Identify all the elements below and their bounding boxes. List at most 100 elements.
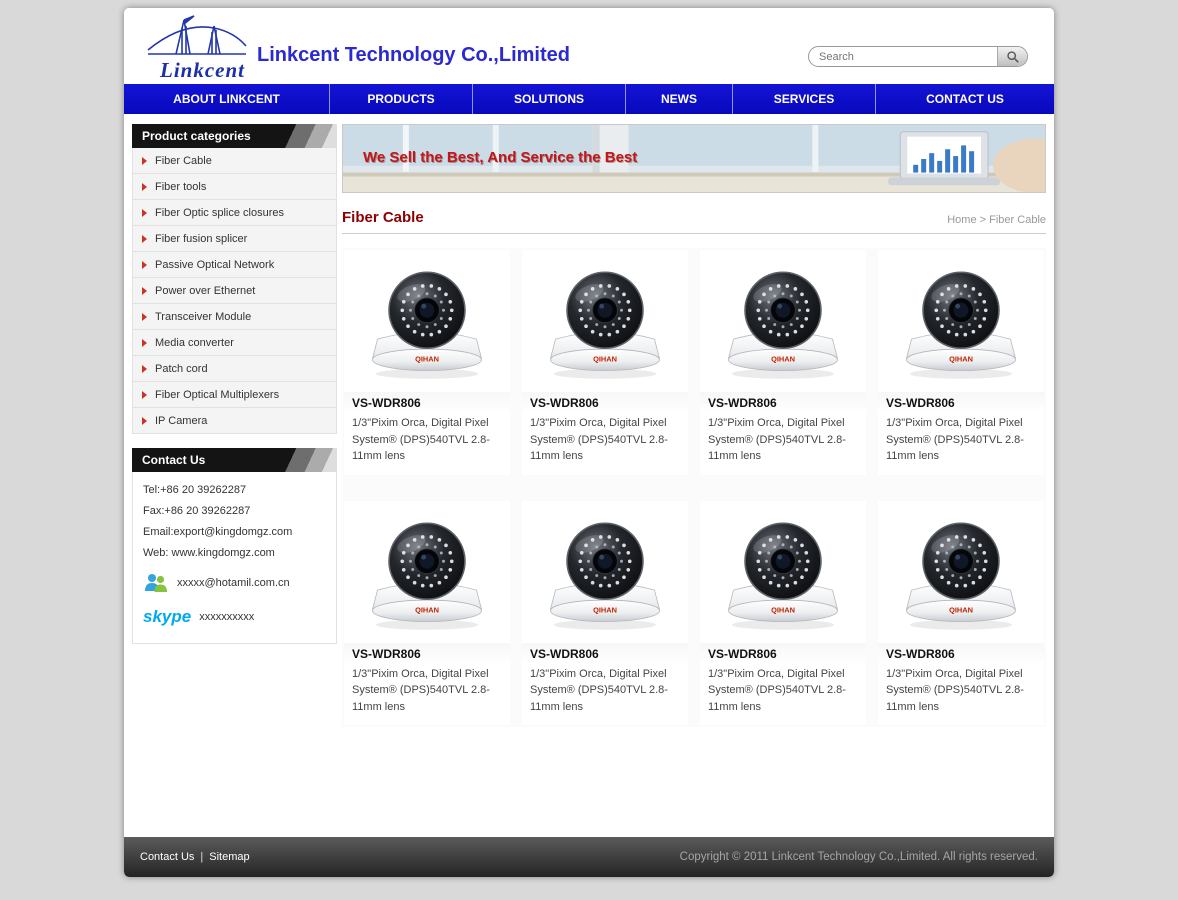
company-logo[interactable]: Linkcent [134,12,259,80]
product-description: 1/3"Pixim Orca, Digital Pixel System® (D… [522,413,688,475]
chevron-right-icon [142,339,147,347]
product-title[interactable]: VS-WDR806 [878,643,1044,664]
category-label: Fiber Optic splice closures [155,207,284,219]
footer-contact-link[interactable]: Contact Us [140,851,194,863]
sidebar-item-passive-optical-network[interactable]: Passive Optical Network [132,252,337,278]
category-label: Passive Optical Network [155,259,274,271]
product-description: 1/3"Pixim Orca, Digital Pixel System® (D… [522,664,688,726]
product-description: 1/3"Pixim Orca, Digital Pixel System® (D… [700,413,866,475]
product-card: VS-WDR806 1/3"Pixim Orca, Digital Pixel … [700,501,866,726]
dome-camera-image [361,258,493,384]
search-input[interactable] [809,47,997,66]
site-footer: Contact Us | Sitemap Copyright © 2011 Link… [124,837,1054,877]
dome-camera-image [539,258,671,384]
main-nav: ABOUT LINKCENT PRODUCTS SOLUTIONS NEWS S… [124,84,1054,114]
page-body: Product categories Fiber Cable Fiber too… [124,114,1054,819]
footer-separator: | [200,851,203,863]
site-title: Linkcent Technology Co.,Limited [257,44,570,67]
product-description: 1/3"Pixim Orca, Digital Pixel System® (D… [344,413,510,475]
category-label: Patch cord [155,363,208,375]
nav-item-solutions[interactable]: SOLUTIONS [473,84,626,114]
category-label: Fiber Cable [155,155,212,167]
main-content: We Sell the Best, And Service the Best F… [342,124,1046,727]
search-button[interactable] [997,47,1027,66]
category-label: Fiber Optical Multiplexers [155,389,279,401]
nav-item-contact[interactable]: CONTACT US [876,84,1054,114]
banner-slogan: We Sell the Best, And Service the Best [363,149,637,166]
contact-us-header: Contact Us [132,448,337,472]
page-title: Fiber Cable [342,209,424,226]
product-card: VS-WDR806 1/3"Pixim Orca, Digital Pixel … [522,501,688,726]
contact-panel: Contact Us Tel:+86 20 39262287 Fax:+86 2… [132,448,337,644]
product-title[interactable]: VS-WDR806 [344,392,510,413]
skype-logo: skype [143,607,191,627]
product-title[interactable]: VS-WDR806 [522,643,688,664]
breadcrumb-separator: > [980,214,986,226]
nav-item-services[interactable]: SERVICES [733,84,876,114]
breadcrumb: Home > Fiber Cable [947,214,1046,226]
sidebar-item-fiber-cable[interactable]: Fiber Cable [132,148,337,174]
chevron-right-icon [142,287,147,295]
site-container: Linkcent Linkcent Technology Co.,Limited… [124,8,1054,877]
breadcrumb-home-link[interactable]: Home [947,214,976,226]
copyright-text: Copyright © 2011 Linkcent Technology Co.… [680,851,1038,863]
dome-camera-image [895,258,1027,384]
product-card: VS-WDR806 1/3"Pixim Orca, Digital Pixel … [878,501,1044,726]
sidebar-item-optical-multiplexers[interactable]: Fiber Optical Multiplexers [132,382,337,408]
category-label: Fiber tools [155,181,206,193]
category-label: Power over Ethernet [155,285,255,297]
dome-camera-image [717,258,849,384]
contact-fax: Fax:+86 20 39262287 [143,505,326,517]
product-image[interactable] [344,501,510,643]
sidebar-item-splice-closures[interactable]: Fiber Optic splice closures [132,200,337,226]
breadcrumb-current: Fiber Cable [989,214,1046,226]
product-image[interactable] [878,250,1044,392]
sidebar-item-ip-camera[interactable]: IP Camera [132,408,337,434]
nav-item-news[interactable]: NEWS [626,84,733,114]
product-title[interactable]: VS-WDR806 [878,392,1044,413]
nav-item-about[interactable]: ABOUT LINKCENT [124,84,330,114]
product-image[interactable] [522,250,688,392]
product-image[interactable] [878,501,1044,643]
sidebar-item-patch-cord[interactable]: Patch cord [132,356,337,382]
product-title[interactable]: VS-WDR806 [700,643,866,664]
product-card: VS-WDR806 1/3"Pixim Orca, Digital Pixel … [344,250,510,475]
chevron-right-icon [142,157,147,165]
sidebar-item-power-over-ethernet[interactable]: Power over Ethernet [132,278,337,304]
category-label: Fiber fusion splicer [155,233,247,245]
dome-camera-image [361,509,493,635]
contact-web: Web: www.kingdomgz.com [143,547,326,559]
product-card: VS-WDR806 1/3"Pixim Orca, Digital Pixel … [700,250,866,475]
chevron-right-icon [142,365,147,373]
product-description: 1/3"Pixim Orca, Digital Pixel System® (D… [344,664,510,726]
category-list: Fiber Cable Fiber tools Fiber Optic spli… [132,148,337,434]
product-image[interactable] [344,250,510,392]
chevron-right-icon [142,261,147,269]
skype-account: xxxxxxxxxx [199,611,254,623]
sidebar-item-transceiver-module[interactable]: Transceiver Module [132,304,337,330]
chevron-right-icon [142,209,147,217]
category-label: IP Camera [155,415,207,427]
site-header: Linkcent Linkcent Technology Co.,Limited [124,8,1054,84]
category-label: Transceiver Module [155,311,251,323]
product-image[interactable] [700,501,866,643]
nav-item-products[interactable]: PRODUCTS [330,84,473,114]
product-image[interactable] [700,250,866,392]
sidebar-item-fusion-splicer[interactable]: Fiber fusion splicer [132,226,337,252]
sidebar-item-fiber-tools[interactable]: Fiber tools [132,174,337,200]
product-description: 1/3"Pixim Orca, Digital Pixel System® (D… [878,664,1044,726]
contact-tel: Tel:+86 20 39262287 [143,484,326,496]
product-title[interactable]: VS-WDR806 [700,392,866,413]
category-label: Media converter [155,337,234,349]
chevron-right-icon [142,313,147,321]
dome-camera-image [717,509,849,635]
sidebar-item-media-converter[interactable]: Media converter [132,330,337,356]
product-title[interactable]: VS-WDR806 [522,392,688,413]
hero-banner: We Sell the Best, And Service the Best [342,124,1046,193]
dome-camera-image [895,509,1027,635]
product-description: 1/3"Pixim Orca, Digital Pixel System® (D… [700,664,866,726]
footer-sitemap-link[interactable]: Sitemap [209,851,249,863]
heading-row: Fiber Cable Home > Fiber Cable [342,209,1046,234]
product-title[interactable]: VS-WDR806 [344,643,510,664]
product-image[interactable] [522,501,688,643]
